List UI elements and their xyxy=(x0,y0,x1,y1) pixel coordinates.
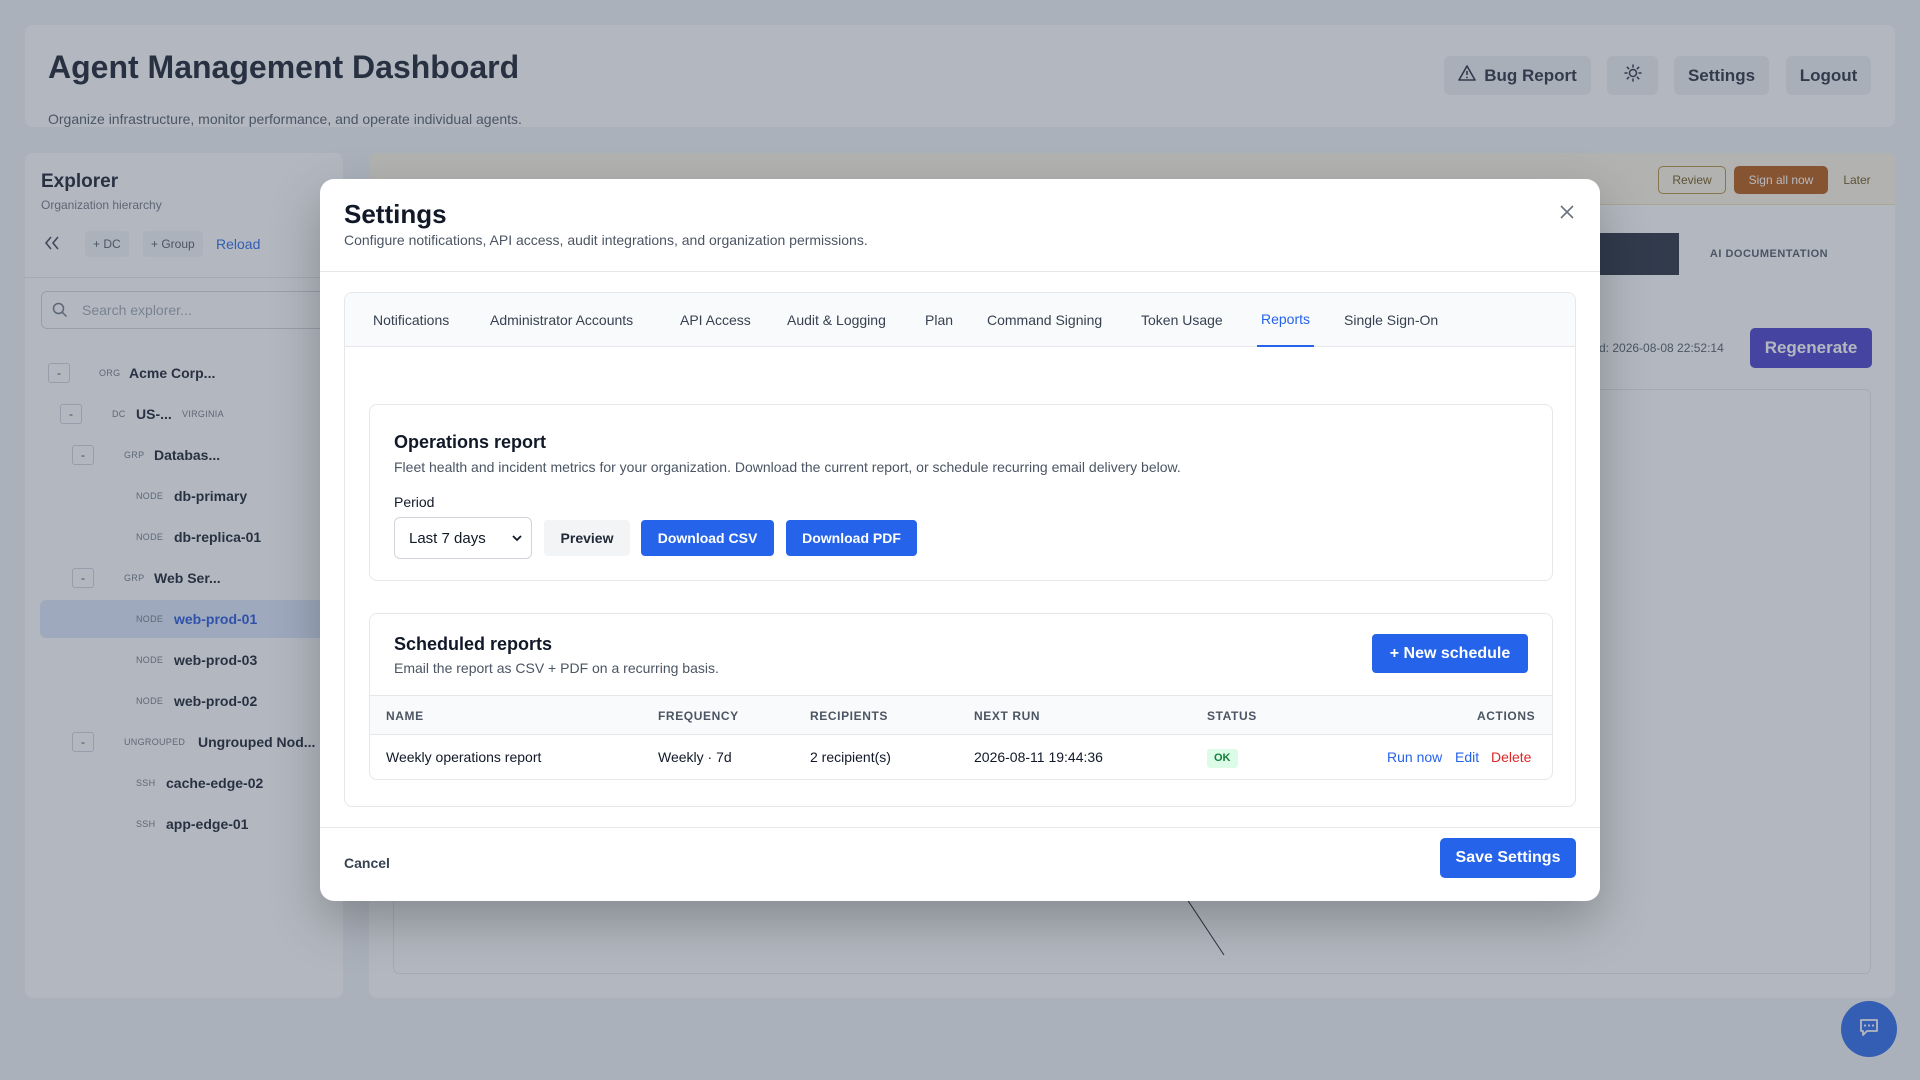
modal-footer-divider xyxy=(320,827,1600,828)
operations-report-card: Operations report Fleet health and incid… xyxy=(369,404,1553,581)
period-select[interactable]: Last 7 days xyxy=(394,517,532,559)
schedule-next-run: 2026-08-11 19:44:36 xyxy=(974,749,1103,765)
tab-administrator-accounts[interactable]: Administrator Accounts xyxy=(490,293,633,347)
tab-audit-logging[interactable]: Audit & Logging xyxy=(787,293,886,347)
table-header: NAME FREQUENCY RECIPIENTS NEXT RUN STATU… xyxy=(370,695,1552,735)
tab-command-signing[interactable]: Command Signing xyxy=(987,293,1102,347)
run-now-link[interactable]: Run now xyxy=(1387,735,1442,779)
column-header: NAME xyxy=(386,709,424,723)
tab-plan[interactable]: Plan xyxy=(925,293,953,347)
column-header: STATUS xyxy=(1207,709,1257,723)
preview-button[interactable]: Preview xyxy=(544,520,630,556)
status-badge: OK xyxy=(1207,749,1238,768)
schedule-name: Weekly operations report xyxy=(386,749,542,765)
tab-reports[interactable]: Reports xyxy=(1257,293,1315,347)
tab-token-usage[interactable]: Token Usage xyxy=(1141,293,1223,347)
new-schedule-button[interactable]: + New schedule xyxy=(1372,634,1528,673)
column-header: NEXT RUN xyxy=(974,709,1041,723)
operations-report-desc: Fleet health and incident metrics for yo… xyxy=(394,459,1181,475)
scheduled-reports-card: Scheduled reports Email the report as CS… xyxy=(369,613,1553,780)
modal-subtitle: Configure notifications, API access, aud… xyxy=(344,232,868,248)
column-header: FREQUENCY xyxy=(658,709,739,723)
scheduled-reports-title: Scheduled reports xyxy=(394,634,553,654)
download-pdf-button[interactable]: Download PDF xyxy=(786,520,917,556)
settings-tabs: Notifications Administrator Accounts API… xyxy=(345,293,1575,347)
modal-title: Settings xyxy=(344,199,447,229)
scheduled-reports-desc: Email the report as CSV + PDF on a recur… xyxy=(394,660,719,676)
schedule-recipients: 2 recipient(s) xyxy=(810,749,891,765)
tab-api-access[interactable]: API Access xyxy=(680,293,751,347)
cancel-button[interactable]: Cancel xyxy=(344,855,390,871)
chevron-down-icon xyxy=(511,528,523,552)
close-icon[interactable] xyxy=(1552,197,1582,227)
column-header: RECIPIENTS xyxy=(810,709,889,723)
schedule-frequency: Weekly · 7d xyxy=(658,749,732,765)
operations-report-title: Operations report xyxy=(394,432,547,452)
column-header: ACTIONS xyxy=(1477,709,1536,723)
edit-link[interactable]: Edit xyxy=(1455,735,1479,779)
download-csv-button[interactable]: Download CSV xyxy=(641,520,774,556)
settings-modal: Settings Configure notifications, API ac… xyxy=(320,179,1600,901)
tab-single-sign-on[interactable]: Single Sign-On xyxy=(1344,293,1438,347)
period-label: Period xyxy=(394,494,435,510)
tab-notifications[interactable]: Notifications xyxy=(373,293,449,347)
modal-header-divider xyxy=(320,271,1600,272)
period-select-value: Last 7 days xyxy=(409,529,486,547)
save-settings-button[interactable]: Save Settings xyxy=(1440,838,1576,878)
settings-panel: Notifications Administrator Accounts API… xyxy=(344,292,1576,807)
delete-link[interactable]: Delete xyxy=(1491,735,1531,779)
